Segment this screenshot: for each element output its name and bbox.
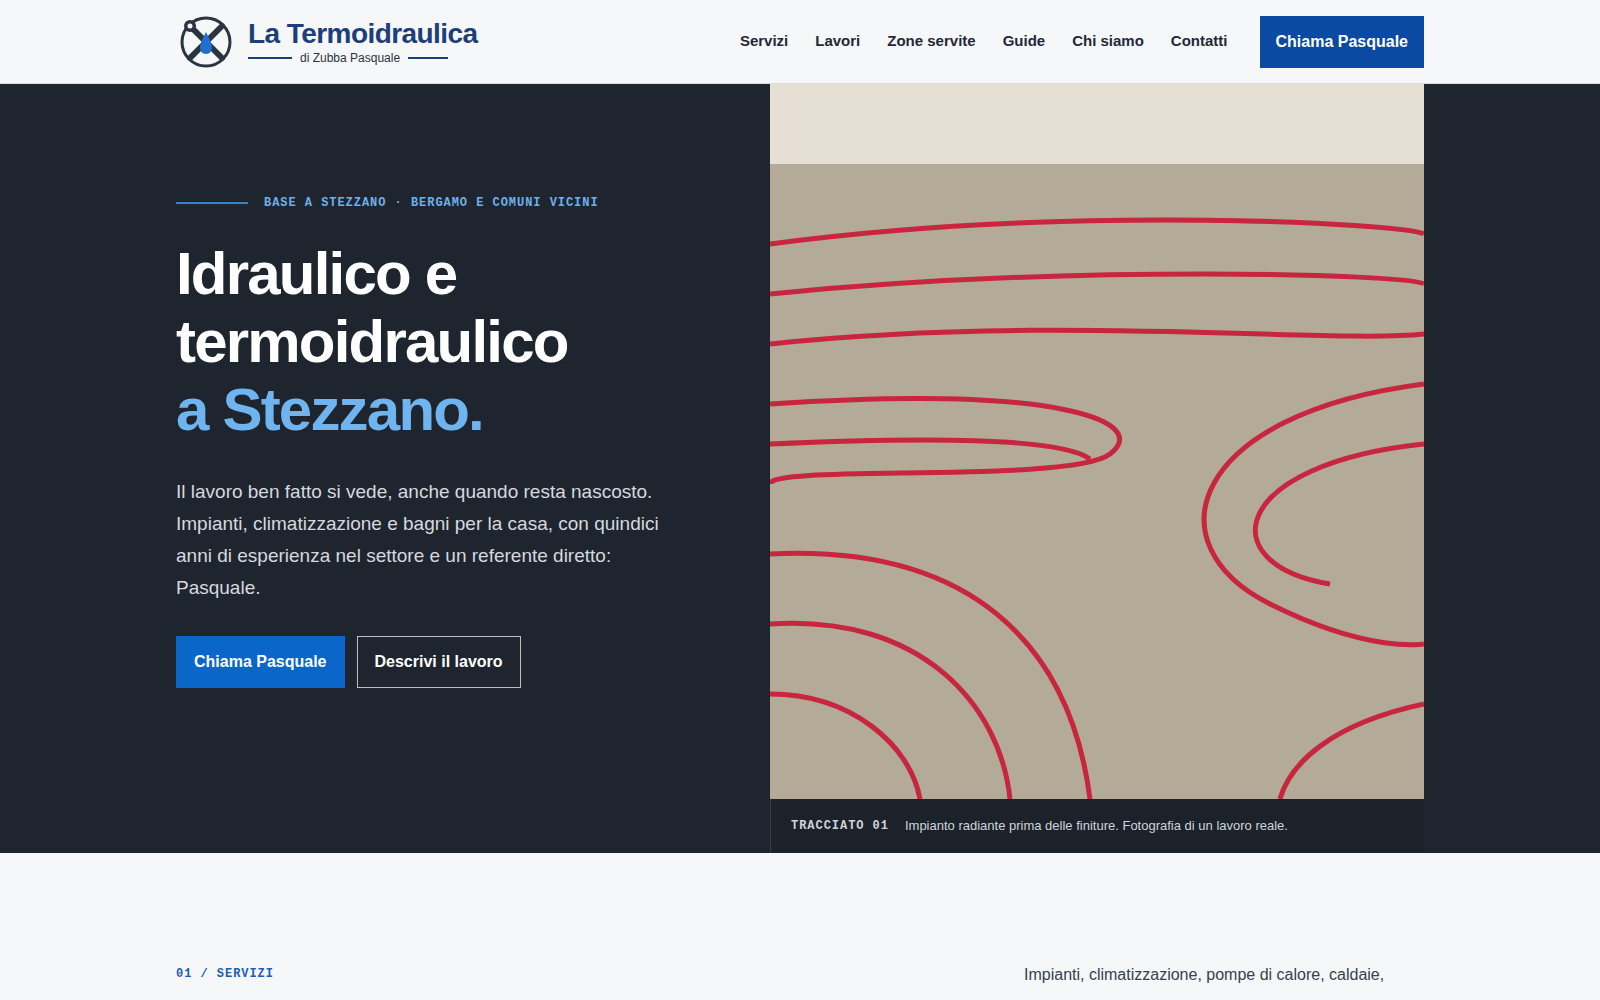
logo[interactable]: La Termoidraulica di Zubba Pasquale bbox=[176, 14, 478, 70]
services-intro: Impianti, climatizzazione, pompe di calo… bbox=[1024, 961, 1424, 989]
hero: BASE A STEZZANO · BERGAMO E COMUNI VICIN… bbox=[0, 84, 1600, 853]
photo-caption: TRACCIATO 01 Impianto radiante prima del… bbox=[770, 799, 1424, 853]
header-call-button[interactable]: Chiama Pasquale bbox=[1260, 16, 1425, 68]
hero-photo bbox=[770, 84, 1424, 799]
site-header: La Termoidraulica di Zubba Pasquale Serv… bbox=[0, 0, 1600, 84]
caption-tag: TRACCIATO 01 bbox=[791, 817, 889, 835]
call-button[interactable]: Chiama Pasquale bbox=[176, 636, 345, 688]
nav-link[interactable]: Guide bbox=[1003, 30, 1046, 53]
nav-link[interactable]: Chi siamo bbox=[1072, 30, 1144, 53]
describe-button[interactable]: Descrivi il lavoro bbox=[357, 636, 521, 688]
nav-link[interactable]: Servizi bbox=[740, 30, 788, 53]
hero-lead: Il lavoro ben fatto si vede, anche quand… bbox=[176, 476, 696, 604]
nav-link[interactable]: Contatti bbox=[1171, 30, 1228, 53]
services: 01 / SERVIZI Impianti, climatizzazione, … bbox=[0, 853, 1600, 989]
hero-title: Idraulico etermoidraulico a Stezzano. bbox=[176, 240, 722, 444]
services-eyebrow: 01 / SERVIZI bbox=[176, 965, 1024, 989]
nav-link[interactable]: Lavori bbox=[815, 30, 860, 53]
logo-subtitle: di Zubba Pasquale bbox=[300, 52, 400, 64]
hero-eyebrow: BASE A STEZZANO · BERGAMO E COMUNI VICIN… bbox=[264, 194, 599, 212]
caption-text: Impianto radiante prima delle finiture. … bbox=[905, 816, 1288, 836]
logo-title: La Termoidraulica bbox=[248, 20, 478, 48]
main-nav: Servizi Lavori Zone servite Guide Chi siamo C… bbox=[740, 30, 1228, 53]
tools-logo-icon bbox=[176, 14, 236, 70]
nav-link[interactable]: Zone servite bbox=[887, 30, 975, 53]
